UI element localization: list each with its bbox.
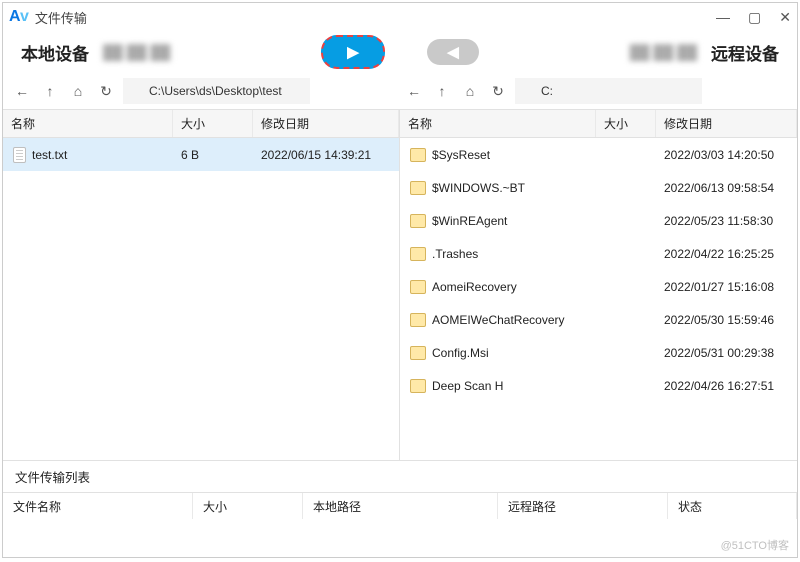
folder-icon — [410, 214, 426, 228]
remote-nav-home-icon[interactable]: ⌂ — [459, 83, 481, 99]
folder-icon — [410, 148, 426, 162]
queue-col-status[interactable]: 状态 — [668, 493, 797, 519]
file-row[interactable]: .Trashes 2022/04/22 16:25:25 — [400, 237, 797, 270]
file-name: $WINDOWS.~BT — [432, 181, 525, 195]
file-date: 2022/06/13 09:58:54 — [656, 181, 797, 195]
folder-icon — [410, 181, 426, 195]
file-date: 2022/05/31 00:29:38 — [656, 346, 797, 360]
file-name: $SysReset — [432, 148, 490, 162]
play-left-icon: ◀ — [447, 43, 459, 61]
remote-path-input[interactable] — [515, 78, 702, 104]
remote-nav-back-icon[interactable]: ← — [403, 83, 425, 99]
transfer-queue: 文件传输列表 文件名称 大小 本地路径 远程路径 状态 — [3, 461, 797, 557]
local-device-label: 本地设备 — [21, 40, 89, 65]
local-nav-back-icon[interactable]: ← — [11, 83, 33, 99]
play-right-icon: ▶ — [347, 43, 359, 61]
nav-row: ← ↑ ⌂ ↻ ← ↑ ⌂ ↻ — [3, 73, 797, 109]
file-size: 6 B — [173, 148, 253, 162]
folder-icon — [410, 280, 426, 294]
local-path-input[interactable] — [123, 78, 310, 104]
file-transfer-window: Av 文件传输 — ▢ ✕ 本地设备 ██ ██ ██ ▶ ◀ ██ ██ ██… — [2, 2, 798, 558]
remote-device-id: ██ ██ ██ — [630, 44, 697, 60]
local-pane: 名称 大小 修改日期 test.txt 6 B2022/06/15 14:39:2… — [3, 110, 400, 460]
local-nav-up-icon[interactable]: ↑ — [39, 83, 61, 99]
file-name: .Trashes — [432, 247, 478, 261]
file-date: 2022/01/27 15:16:08 — [656, 280, 797, 294]
file-date: 2022/03/03 14:20:50 — [656, 148, 797, 162]
remote-pane: 名称 大小 修改日期 $SysReset2022/03/03 14:20:50$… — [400, 110, 797, 460]
queue-title: 文件传输列表 — [3, 461, 797, 493]
file-date: 2022/06/15 14:39:21 — [253, 148, 399, 162]
folder-icon — [410, 346, 426, 360]
local-col-size[interactable]: 大小 — [173, 110, 253, 137]
local-col-name[interactable]: 名称 — [3, 110, 173, 137]
folder-icon — [410, 379, 426, 393]
remote-nav-refresh-icon[interactable]: ↻ — [487, 83, 509, 100]
queue-col-size[interactable]: 大小 — [193, 493, 303, 519]
file-name: Config.Msi — [432, 346, 489, 360]
local-nav-refresh-icon[interactable]: ↻ — [95, 83, 117, 100]
send-button[interactable]: ▶ — [321, 35, 385, 69]
close-button[interactable]: ✕ — [779, 9, 791, 26]
file-row[interactable]: AOMEIWeChatRecovery 2022/05/30 15:59:46 — [400, 303, 797, 336]
queue-col-local[interactable]: 本地路径 — [303, 493, 498, 519]
file-name: $WinREAgent — [432, 214, 507, 228]
remote-file-list[interactable]: $SysReset 2022/03/03 14:20:50 $WINDOWS.~BT… — [400, 138, 797, 460]
remote-device-label: 远程设备 — [711, 40, 779, 65]
file-date: 2022/04/22 16:25:25 — [656, 247, 797, 261]
remote-col-size[interactable]: 大小 — [596, 110, 656, 137]
device-bar: 本地设备 ██ ██ ██ ▶ ◀ ██ ██ ██ 远程设备 — [3, 31, 797, 73]
local-device-id: ██ ██ ██ — [103, 44, 170, 60]
file-date: 2022/05/30 15:59:46 — [656, 313, 797, 327]
local-col-date[interactable]: 修改日期 — [253, 110, 399, 137]
remote-nav-up-icon[interactable]: ↑ — [431, 83, 453, 99]
local-file-list[interactable]: test.txt 6 B2022/06/15 14:39:21 — [3, 138, 399, 460]
file-name: Deep Scan H — [432, 379, 503, 393]
watermark: @51CTO博客 — [721, 537, 789, 553]
file-row[interactable]: Deep Scan H 2022/04/26 16:27:51 — [400, 369, 797, 402]
file-name: AomeiRecovery — [432, 280, 517, 294]
file-row[interactable]: $WINDOWS.~BT 2022/06/13 09:58:54 — [400, 171, 797, 204]
folder-icon — [410, 247, 426, 261]
queue-col-remote[interactable]: 远程路径 — [498, 493, 668, 519]
file-name: test.txt — [32, 148, 67, 162]
minimize-button[interactable]: — — [716, 9, 730, 26]
queue-col-name[interactable]: 文件名称 — [3, 493, 193, 519]
folder-icon — [410, 313, 426, 327]
file-name: AOMEIWeChatRecovery — [432, 313, 565, 327]
maximize-button[interactable]: ▢ — [748, 9, 761, 26]
local-nav-home-icon[interactable]: ⌂ — [67, 83, 89, 99]
file-row[interactable]: $WinREAgent 2022/05/23 11:58:30 — [400, 204, 797, 237]
file-icon — [13, 147, 26, 163]
file-date: 2022/04/26 16:27:51 — [656, 379, 797, 393]
titlebar: Av 文件传输 — ▢ ✕ — [3, 3, 797, 31]
file-row[interactable]: AomeiRecovery 2022/01/27 15:16:08 — [400, 270, 797, 303]
receive-button[interactable]: ◀ — [427, 39, 479, 65]
remote-col-date[interactable]: 修改日期 — [656, 110, 797, 137]
window-title: 文件传输 — [35, 8, 87, 27]
remote-col-name[interactable]: 名称 — [400, 110, 596, 137]
app-logo-icon: Av — [9, 8, 29, 26]
file-date: 2022/05/23 11:58:30 — [656, 214, 797, 228]
file-row[interactable]: Config.Msi 2022/05/31 00:29:38 — [400, 336, 797, 369]
file-row[interactable]: $SysReset 2022/03/03 14:20:50 — [400, 138, 797, 171]
file-row[interactable]: test.txt 6 B2022/06/15 14:39:21 — [3, 138, 399, 171]
